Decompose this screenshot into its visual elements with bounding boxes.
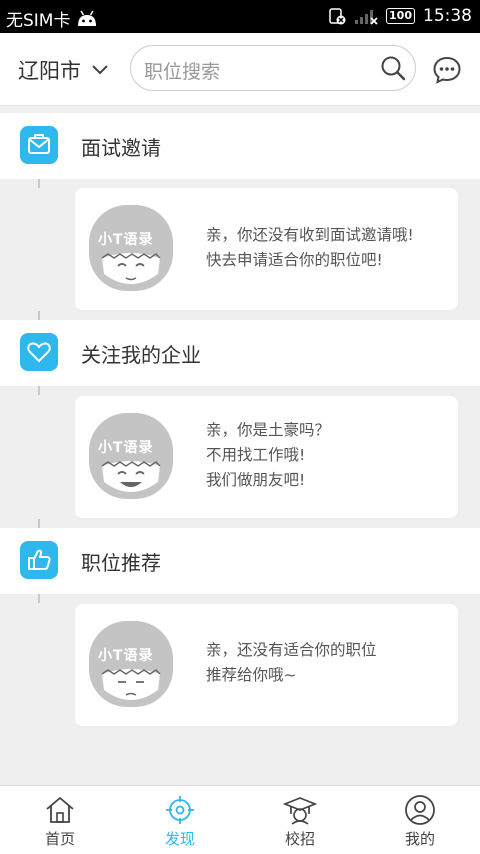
empty-state-message: 亲，你是土豪吗？ 不用找工作哦! 我们做朋友吧! xyxy=(206,418,330,493)
tab-label: 校招 xyxy=(284,830,315,848)
message-line: 我们做朋友吧! xyxy=(206,471,306,489)
section-followed-companies[interactable]: 关注我的企业 xyxy=(0,320,480,386)
bottom-tab-bar: 首页 发现 校招 我的 xyxy=(0,785,480,854)
status-left: 无SIM卡 xyxy=(6,6,98,31)
tab-profile[interactable]: 我的 xyxy=(360,786,480,854)
search-icon[interactable] xyxy=(379,54,407,82)
section-job-recommendations[interactable]: 职位推荐 xyxy=(0,528,480,594)
android-icon xyxy=(78,10,97,26)
tab-campus-recruiting[interactable]: 校招 xyxy=(240,786,360,854)
mascot-badge: 小T语录 xyxy=(98,232,154,248)
battery-icon: 100 xyxy=(386,8,415,24)
status-right: 100 15:38 xyxy=(328,6,472,26)
message-line: 推荐给你哦~ xyxy=(206,666,297,684)
tab-label: 我的 xyxy=(404,830,435,848)
tab-label: 发现 xyxy=(164,830,195,848)
search-placeholder: 职位搜索 xyxy=(144,61,221,83)
city-label: 辽阳市 xyxy=(18,59,81,83)
tab-home[interactable]: 首页 xyxy=(0,786,120,854)
home-icon xyxy=(46,796,74,823)
empty-state-message: 亲，你还没有收到面试邀请哦! 快去申请适合你的职位吧! xyxy=(206,223,414,273)
envelope-icon xyxy=(20,126,58,164)
timeline-tick xyxy=(38,179,40,188)
timeline-tick xyxy=(38,386,40,395)
discover-icon xyxy=(166,796,194,824)
message-line: 亲，你还没有收到面试邀请哦! xyxy=(206,226,414,244)
profile-icon xyxy=(405,795,435,825)
section-title: 职位推荐 xyxy=(81,551,161,575)
message-line: 不用找工作哦! xyxy=(206,446,306,464)
empty-state-message: 亲，还没有适合你的职位 推荐给你哦~ xyxy=(206,638,377,688)
tab-label: 首页 xyxy=(44,830,75,848)
no-sim-icon xyxy=(329,8,346,25)
empty-state-card: 小T语录 亲，你是土豪吗？ 不用找工作哦! 我们做朋友吧! xyxy=(75,396,458,518)
section-title: 关注我的企业 xyxy=(81,343,201,367)
message-line: 亲，还没有适合你的职位 xyxy=(206,641,377,659)
thumbs-up-icon xyxy=(20,541,58,579)
mascot-badge: 小T语录 xyxy=(98,440,154,456)
empty-state-card: 小T语录 亲，还没有适合你的职位 推荐给你哦~ xyxy=(75,604,458,726)
search-input[interactable]: 职位搜索 xyxy=(130,45,416,91)
section-title: 面试邀请 xyxy=(81,136,161,160)
status-bar: 无SIM卡 100 15:38 xyxy=(0,0,480,33)
graduation-cap-icon xyxy=(283,797,317,825)
signal-icon xyxy=(355,10,378,25)
message-line: 快去申请适合你的职位吧! xyxy=(206,251,383,269)
timeline-tick xyxy=(38,519,40,528)
carrier-label: 无SIM卡 xyxy=(6,11,71,31)
app-header: 辽阳市 职位搜索 xyxy=(0,33,480,106)
chevron-down-icon xyxy=(92,65,108,75)
timeline-tick xyxy=(38,311,40,320)
empty-state-card: 小T语录 亲，你还没有收到面试邀请哦! 快去申请适合你的职位吧! xyxy=(75,188,458,310)
clock: 15:38 xyxy=(423,6,472,26)
section-interview-invites[interactable]: 面试邀请 xyxy=(0,113,480,179)
heart-icon xyxy=(20,333,58,371)
timeline-tick xyxy=(38,594,40,603)
message-icon[interactable] xyxy=(432,55,462,85)
message-line: 亲，你是土豪吗？ xyxy=(206,421,331,439)
mascot-badge: 小T语录 xyxy=(98,648,154,664)
city-selector[interactable]: 辽阳市 xyxy=(18,55,109,85)
tab-discover[interactable]: 发现 xyxy=(120,786,240,854)
